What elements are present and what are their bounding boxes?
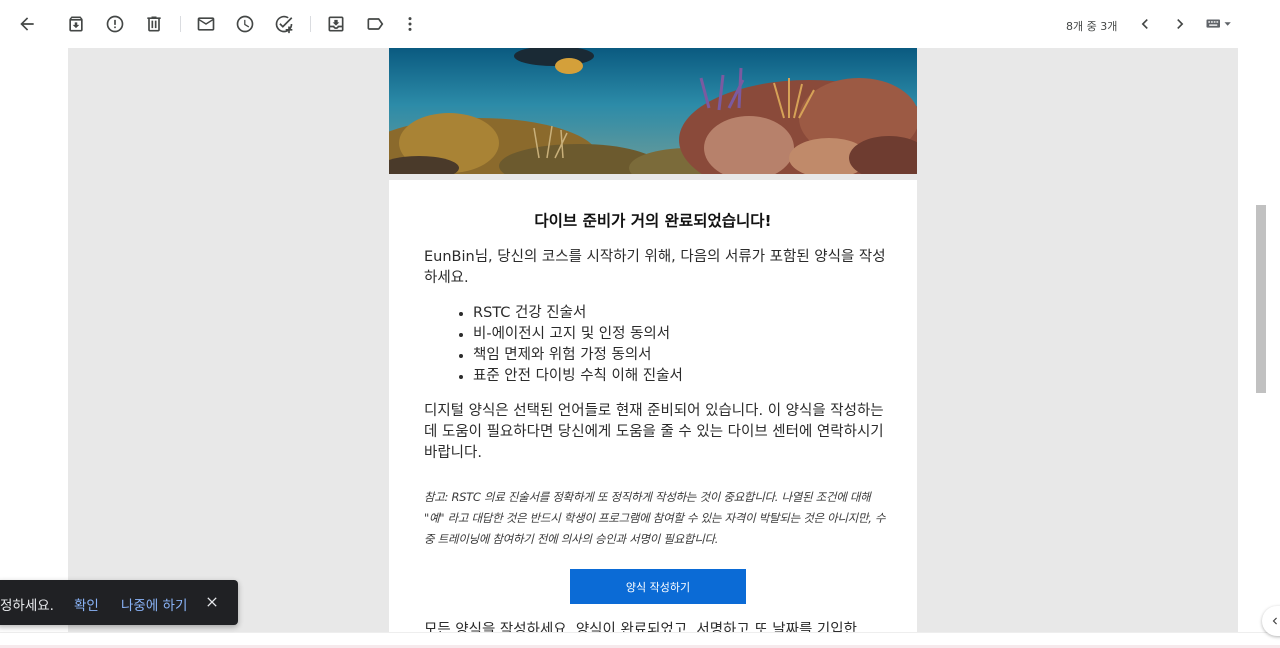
snackbar-message: 정하세요. [0, 598, 54, 614]
input-tools-keyboard-icon[interactable] [1203, 8, 1237, 40]
list-item: 표준 안전 다이빙 수칙 이해 진술서 [455, 366, 683, 387]
label-icon[interactable] [359, 8, 391, 40]
back-icon[interactable] [11, 8, 43, 40]
archive-icon[interactable] [60, 8, 92, 40]
add-task-icon[interactable] [268, 8, 300, 40]
hero-image [389, 48, 917, 174]
snackbar-later-button[interactable]: 나중에 하기 [121, 594, 187, 614]
list-item: 비-에이전시 고지 및 인정 동의서 [455, 324, 683, 345]
move-to-icon[interactable] [320, 8, 352, 40]
report-spam-icon[interactable] [99, 8, 131, 40]
snackbar: 정하세요. 확인 나중에 하기 [0, 580, 238, 625]
next-message-icon[interactable] [1164, 8, 1196, 40]
list-item: 책임 면제와 위험 가정 동의서 [455, 345, 683, 366]
toolbar-separator [310, 16, 311, 32]
close-icon[interactable] [202, 592, 222, 612]
snooze-icon[interactable] [229, 8, 261, 40]
snackbar-confirm-button[interactable]: 확인 [74, 594, 99, 614]
forms-list: RSTC 건강 진술서 비-에이전시 고지 및 인정 동의서 책임 면제와 위험… [455, 303, 683, 387]
more-vert-icon[interactable] [394, 8, 426, 40]
email-content: 다이브 준비가 거의 완료되었습니다! EunBin님, 당신의 코스를 시작하… [389, 48, 917, 632]
list-item: RSTC 건강 진술서 [455, 303, 683, 324]
pager-count: 8개 중 3개 [1066, 20, 1118, 33]
hero-divider [389, 174, 917, 180]
digital-forms-paragraph: 디지털 양식은 선택된 언어들로 현재 준비되어 있습니다. 이 양식을 작성하… [424, 403, 884, 461]
footer-paragraph: 모든 양식을 작성하세요. 양식이 완료되었고, 서명하고 또 날짜를 기입한 [424, 622, 857, 632]
mark-unread-icon[interactable] [190, 8, 222, 40]
scrollbar-thumb[interactable] [1256, 205, 1266, 393]
message-toolbar: 8개 중 3개 [0, 0, 1280, 48]
fill-forms-button[interactable]: 양식 작성하기 [570, 569, 746, 604]
previous-message-icon[interactable] [1129, 8, 1161, 40]
intro-paragraph: EunBin님, 당신의 코스를 시작하기 위해, 다음의 서류가 포함된 양식… [424, 249, 886, 286]
email-title: 다이브 준비가 거의 완료되었습니다! [534, 212, 772, 230]
toolbar-separator [180, 16, 181, 32]
coral-reef-illustration [389, 48, 917, 174]
left-gutter [0, 48, 68, 648]
medical-note: 참고: RSTC 의료 진술서를 정확하게 또 정직하게 작성하는 것이 중요합… [424, 490, 886, 546]
delete-icon[interactable] [138, 8, 170, 40]
